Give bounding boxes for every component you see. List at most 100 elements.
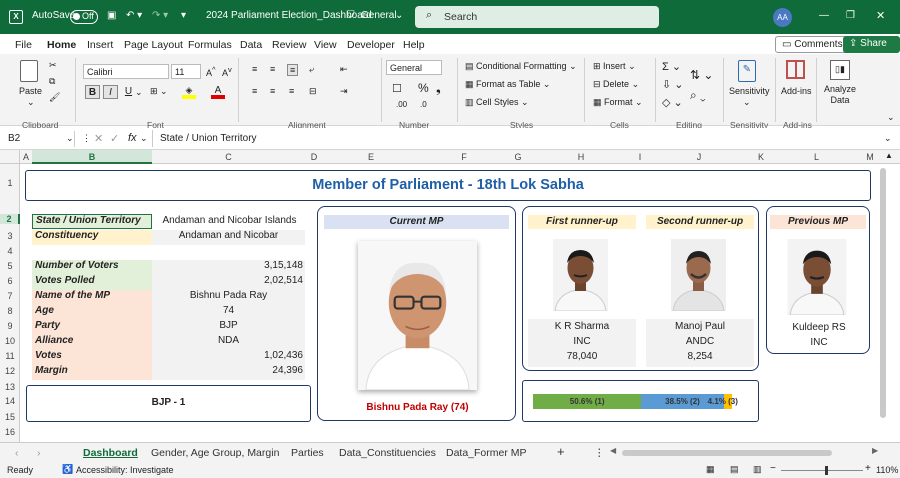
fx-chevron-icon[interactable]: ⌄ bbox=[140, 133, 148, 144]
vertical-scrollbar[interactable] bbox=[878, 164, 888, 442]
insert-function-icon[interactable]: fx bbox=[128, 132, 137, 144]
namebox-chevron-icon[interactable]: ⌄ bbox=[66, 133, 74, 144]
zoom-slider-thumb[interactable] bbox=[825, 466, 828, 475]
analyze-data-button[interactable]: Analyze Data bbox=[823, 84, 857, 106]
row-header[interactable]: 9 bbox=[0, 321, 20, 331]
name-box[interactable]: B2 bbox=[5, 131, 75, 147]
row-header[interactable]: 4 bbox=[0, 246, 20, 256]
menu-page-layout[interactable]: Page Layout bbox=[124, 39, 183, 51]
row-header[interactable]: 6 bbox=[0, 276, 20, 286]
enter-icon[interactable]: ✓ bbox=[110, 132, 119, 145]
font-size-select[interactable]: 11 bbox=[171, 64, 201, 79]
percent-icon[interactable]: % bbox=[418, 81, 429, 95]
minimize-icon[interactable]: — bbox=[819, 10, 829, 21]
value-voters[interactable]: 3,15,148 bbox=[152, 260, 305, 275]
expand-formula-icon[interactable]: ⌄ bbox=[884, 133, 892, 144]
row-header[interactable]: 16 bbox=[0, 427, 20, 437]
tab-parties[interactable]: Parties bbox=[291, 447, 324, 459]
zoom-in-icon[interactable]: + bbox=[865, 463, 871, 474]
align-middle-icon[interactable]: ≡ bbox=[270, 64, 275, 74]
value-age[interactable]: 74 bbox=[152, 305, 305, 320]
merge-center-icon[interactable]: ⊟ bbox=[309, 86, 317, 97]
add-sheet-icon[interactable]: + bbox=[557, 444, 565, 459]
format-painter-icon[interactable]: 🖌 bbox=[49, 92, 60, 103]
decrease-decimal-icon[interactable]: .0 bbox=[420, 100, 427, 109]
redo-icon[interactable]: ↷ ▾ bbox=[152, 10, 168, 21]
scroll-right-icon[interactable]: ▶ bbox=[872, 446, 878, 455]
shrink-font-icon[interactable]: Av bbox=[222, 65, 232, 78]
h-scroll-thumb[interactable] bbox=[622, 450, 832, 456]
sensitivity-icon[interactable]: ✎ bbox=[738, 60, 756, 82]
paste-chevron-icon[interactable]: ⌄ bbox=[27, 97, 35, 108]
fill-icon[interactable]: ⇩ ⌄ bbox=[662, 78, 684, 91]
zoom-out-icon[interactable]: − bbox=[770, 463, 776, 474]
wrap-text-icon[interactable]: ⤶ bbox=[309, 64, 314, 75]
format-cells-button[interactable]: ▦ Format ⌄ bbox=[593, 97, 643, 108]
underline-button[interactable]: U bbox=[121, 85, 136, 99]
row-header[interactable]: 8 bbox=[0, 306, 20, 316]
collapse-ribbon-icon[interactable]: ⌄ bbox=[887, 112, 895, 123]
col-header-e[interactable]: E bbox=[323, 150, 419, 164]
col-header-j[interactable]: J bbox=[645, 150, 753, 164]
conditional-formatting-button[interactable]: ▤ Conditional Formatting ⌄ bbox=[465, 61, 577, 72]
paste-icon[interactable] bbox=[20, 60, 38, 82]
tab-gender-age-margin[interactable]: Gender, Age Group, Margin bbox=[151, 447, 279, 459]
increase-indent-icon[interactable]: ⇥ bbox=[340, 86, 348, 97]
col-header-h[interactable]: H bbox=[527, 150, 635, 164]
row-header[interactable]: 15 bbox=[0, 412, 20, 422]
tab-scroll-left-icon[interactable]: ‹ bbox=[15, 447, 19, 459]
value-votes-polled[interactable]: 2,02,514 bbox=[152, 275, 305, 290]
align-top-icon[interactable]: ≡ bbox=[252, 64, 257, 74]
value-alliance[interactable]: NDA bbox=[152, 335, 305, 350]
sensitivity-button[interactable]: Sensitivity bbox=[729, 86, 770, 96]
col-header-m[interactable]: M bbox=[864, 150, 876, 164]
select-all-corner[interactable] bbox=[0, 150, 20, 164]
share-button[interactable]: ⇪ Share ⌄ bbox=[843, 36, 900, 60]
normal-view-icon[interactable]: ▦ bbox=[706, 464, 715, 475]
avatar[interactable]: AA bbox=[773, 8, 792, 27]
undo-icon[interactable]: ↶ ▾ bbox=[126, 10, 142, 21]
accessibility-icon[interactable]: ♿ bbox=[62, 464, 73, 475]
align-right-icon[interactable]: ≡ bbox=[289, 86, 294, 96]
menu-view[interactable]: View bbox=[314, 39, 337, 51]
value-party[interactable]: BJP bbox=[152, 320, 305, 335]
row-header[interactable]: 3 bbox=[0, 231, 20, 241]
customize-icon[interactable]: ▾ bbox=[181, 10, 186, 21]
cell-styles-button[interactable]: ▥ Cell Styles ⌄ bbox=[465, 97, 529, 108]
tab-data-constituencies[interactable]: Data_Constituencies bbox=[339, 447, 436, 459]
col-header-b[interactable]: B bbox=[32, 150, 152, 164]
value-mp-name[interactable]: Bishnu Pada Ray bbox=[152, 290, 305, 305]
number-format-select[interactable]: General bbox=[386, 60, 442, 75]
copy-icon[interactable]: ⧉ bbox=[49, 76, 55, 87]
grow-font-icon[interactable]: A^ bbox=[206, 65, 216, 78]
col-header-i[interactable]: I bbox=[635, 150, 645, 164]
row-header[interactable]: 10 bbox=[0, 336, 20, 346]
zoom-level[interactable]: 110% bbox=[876, 465, 898, 475]
menu-developer[interactable]: Developer bbox=[347, 39, 395, 51]
col-header-a[interactable]: A bbox=[20, 150, 32, 164]
value-constituency[interactable]: Andaman and Nicobar bbox=[152, 230, 305, 245]
menu-home[interactable]: Home bbox=[47, 39, 77, 56]
row-header[interactable]: 12 bbox=[0, 366, 20, 376]
value-margin[interactable]: 24,396 bbox=[152, 365, 305, 380]
tab-options-icon[interactable]: ⋮ bbox=[594, 447, 605, 459]
search-box[interactable]: ⌕ Search bbox=[415, 6, 659, 28]
comments-button[interactable]: ▭ Comments bbox=[775, 36, 850, 53]
currency-icon[interactable]: ☐ bbox=[392, 82, 402, 95]
zoom-slider[interactable] bbox=[781, 466, 863, 475]
row-header[interactable]: 11 bbox=[0, 351, 20, 361]
row-header[interactable]: 14 bbox=[0, 396, 20, 406]
row-header[interactable]: 1 bbox=[0, 164, 20, 202]
row-header[interactable]: 13 bbox=[0, 382, 20, 392]
increase-decimal-icon[interactable]: .00 bbox=[396, 100, 407, 109]
autosum-icon[interactable]: Σ ⌄ bbox=[662, 60, 681, 73]
restore-icon[interactable]: ❐ bbox=[846, 10, 855, 21]
col-header-k[interactable]: K bbox=[753, 150, 769, 164]
tab-dashboard[interactable]: Dashboard bbox=[83, 447, 138, 459]
format-as-table-button[interactable]: ▦ Format as Table ⌄ bbox=[465, 79, 550, 90]
find-select-icon[interactable]: ⌕ ⌄ bbox=[690, 88, 706, 103]
italic-button[interactable]: I bbox=[103, 85, 118, 99]
row-header[interactable]: 2 bbox=[0, 214, 20, 224]
decrease-indent-icon[interactable]: ⇤ bbox=[340, 64, 348, 75]
underline-chevron-icon[interactable]: ⌄ bbox=[135, 87, 143, 98]
